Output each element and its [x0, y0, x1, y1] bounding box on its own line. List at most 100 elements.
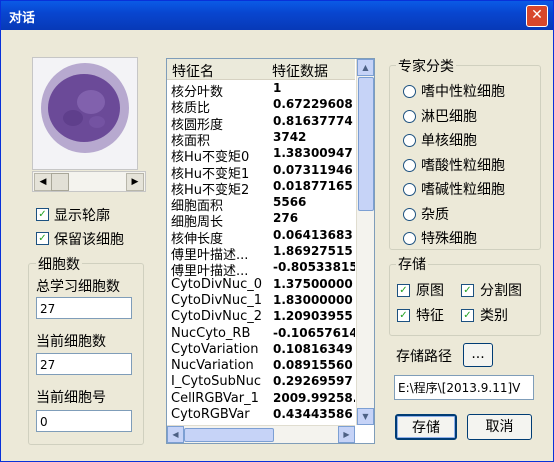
save-original-checkbox[interactable]: ✓ [397, 284, 410, 297]
feature-name-cell: CytoDivNuc_2 [171, 309, 263, 325]
table-row[interactable]: 核Hu不变矩2 0.01877165 [167, 178, 355, 198]
storage-group [389, 264, 541, 336]
scroll-right-arrow[interactable]: ▶ [126, 173, 144, 191]
feature-value-cell: -0.80533815 [273, 260, 355, 275]
feature-value-cell: 1 [273, 81, 282, 95]
table-row[interactable]: 傅里叶描述... -0.80533815 [167, 260, 355, 279]
scroll-down-arrow[interactable]: ▼ [357, 408, 374, 425]
save-button[interactable]: 存储 [395, 414, 457, 440]
horizontal-scroll-thumb[interactable] [184, 428, 274, 442]
column-header-name[interactable]: 特征名 [172, 61, 214, 81]
feature-horizontal-scrollbar[interactable]: ◀ ▶ [167, 425, 355, 443]
expert-option-label: 特殊细胞 [421, 231, 477, 247]
show-contour-label: 显示轮廓 [54, 208, 110, 224]
feature-value-cell: 0.01877165 [273, 178, 353, 193]
feature-value-cell: 276 [273, 211, 299, 226]
column-header-value[interactable]: 特征数据 [272, 61, 328, 81]
table-row[interactable]: 核质比 0.67229608 [167, 97, 355, 116]
feature-value-cell: 2009.99258... [273, 390, 355, 405]
table-row[interactable]: 核圆形度 0.81637774 [167, 113, 355, 133]
table-row[interactable]: 细胞周长 276 [167, 211, 355, 230]
expert-option-radio[interactable] [403, 183, 416, 196]
table-row[interactable]: CytoDivNuc_1 1.83000000 [167, 293, 355, 309]
cell-count-group-label: 细胞数 [36, 254, 82, 274]
table-row[interactable]: 核面积 3742 [167, 130, 355, 149]
table-row[interactable]: 傅里叶描述... 1.86927515 [167, 244, 355, 263]
save-original-label: 原图 [416, 283, 444, 299]
expert-option-label: 嗜碱性粒细胞 [421, 182, 505, 198]
save-feature-checkbox[interactable]: ✓ [397, 309, 410, 322]
table-row[interactable]: NucCyto_RB -0.10657614 [167, 326, 355, 342]
cancel-button[interactable]: 取消 [467, 414, 532, 440]
feature-value-cell: 5566 [273, 195, 307, 210]
expert-classification-label: 专家分类 [396, 56, 456, 76]
feature-name-cell: NucVariation [171, 358, 254, 374]
browse-path-button[interactable]: ... [463, 343, 493, 367]
dialog-window: 对话 ✕ ◀ ▶ ✓ 显示轮廓 ✓ 保留该细胞 细胞数 总学习细胞数 27 当前… [0, 0, 554, 462]
feature-value-cell: 0.06413683 [273, 227, 353, 242]
table-row[interactable]: CellRGBVar_1 2009.99258... [167, 391, 355, 407]
storage-group-label: 存储 [396, 254, 428, 274]
scroll-left-arrow-list[interactable]: ◀ [167, 426, 184, 443]
current-index-label: 当前细胞号 [36, 390, 106, 406]
expert-option-radio[interactable] [403, 158, 416, 172]
feature-value-cell: 0.81637774 [273, 113, 353, 128]
table-row[interactable]: 核分叶数 1 [167, 81, 355, 100]
feature-value-cell: 1.86927515 [273, 244, 353, 258]
feature-value-cell: 1.83000000 [273, 292, 353, 307]
feature-value-cell: 1.37500000 [273, 276, 353, 291]
expert-option-label: 杂质 [421, 206, 449, 223]
feature-name-cell: CellRGBVar_1 [171, 390, 259, 406]
cell-image [41, 63, 129, 153]
expert-option-radio[interactable] [403, 207, 416, 221]
cell-image-preview [32, 57, 138, 170]
expert-option-label: 淋巴细胞 [421, 108, 477, 125]
table-row[interactable]: NucVariation 0.08915560 [167, 358, 355, 374]
table-row[interactable]: CytoDivNuc_2 1.20903955 [167, 309, 355, 325]
expert-option-radio[interactable] [403, 134, 416, 147]
feature-value-cell: 1.20903955 [273, 309, 353, 324]
table-row[interactable]: CytoRGBVar 0.43443586 [167, 407, 355, 423]
title-bar[interactable]: 对话 ✕ [1, 1, 553, 30]
feature-name-cell: CytoRGBVar [171, 407, 250, 422]
table-row[interactable]: 核伸长度 0.06413683 [167, 227, 355, 247]
total-learned-field[interactable]: 27 [36, 297, 132, 319]
expert-option-radio[interactable] [403, 232, 416, 245]
feature-value-cell: 1.38300947 [273, 146, 353, 161]
table-row[interactable]: 核Hu不变矩1 0.07311946 [167, 163, 355, 182]
vertical-scroll-thumb[interactable] [358, 77, 374, 211]
save-segmented-checkbox[interactable]: ✓ [461, 284, 474, 297]
image-scrollbar[interactable]: ◀ ▶ [32, 171, 146, 192]
feature-name-cell: CytoDivNuc_1 [171, 292, 263, 308]
keep-cell-label: 保留该细胞 [54, 232, 124, 248]
save-category-checkbox[interactable]: ✓ [461, 309, 474, 322]
scroll-right-arrow-list[interactable]: ▶ [338, 426, 355, 443]
expert-option-label: 嗜中性粒细胞 [421, 84, 505, 100]
current-count-field[interactable]: 27 [36, 353, 132, 375]
table-row[interactable]: I_CytoSubNuc 0.29269597 [167, 374, 355, 390]
save-category-label: 类别 [480, 308, 508, 324]
show-contour-checkbox[interactable]: ✓ [36, 208, 49, 221]
current-count-label: 当前细胞数 [36, 334, 106, 350]
feature-name-cell: NucCyto_RB [171, 325, 251, 341]
feature-list-header: 特征名 特征数据 [167, 59, 355, 80]
feature-vertical-scrollbar[interactable]: ▲ ▼ [356, 59, 374, 425]
table-row[interactable]: 核Hu不变矩0 1.38300947 [167, 146, 355, 165]
storage-path-field[interactable]: E:\程序\[2013.9.11]V [394, 375, 534, 400]
table-row[interactable]: CytoVariation 0.10816349 [167, 342, 355, 358]
keep-cell-checkbox[interactable]: ✓ [36, 232, 49, 245]
current-index-field[interactable]: 0 [36, 410, 132, 432]
close-button[interactable]: ✕ [526, 5, 548, 27]
expert-option-radio[interactable] [403, 109, 416, 123]
expert-option-radio[interactable] [403, 85, 416, 98]
feature-value-cell: 0.67229608 [273, 97, 353, 112]
image-scroll-thumb[interactable] [51, 173, 69, 191]
feature-list[interactable]: 特征名 特征数据 核分叶数 1 核质比 0.67229608 核圆形度 0.8163777… [166, 58, 375, 444]
feature-value-cell: 0.08915560 [273, 358, 353, 373]
table-row[interactable]: CytoDivNuc_0 1.37500000 [167, 277, 355, 293]
table-row[interactable]: 细胞面积 5566 [167, 195, 355, 214]
feature-value-cell: -0.10657614 [273, 325, 355, 340]
scroll-left-arrow[interactable]: ◀ [34, 173, 52, 191]
scroll-up-arrow[interactable]: ▲ [357, 59, 374, 76]
feature-value-cell: 0.10816349 [273, 341, 353, 356]
